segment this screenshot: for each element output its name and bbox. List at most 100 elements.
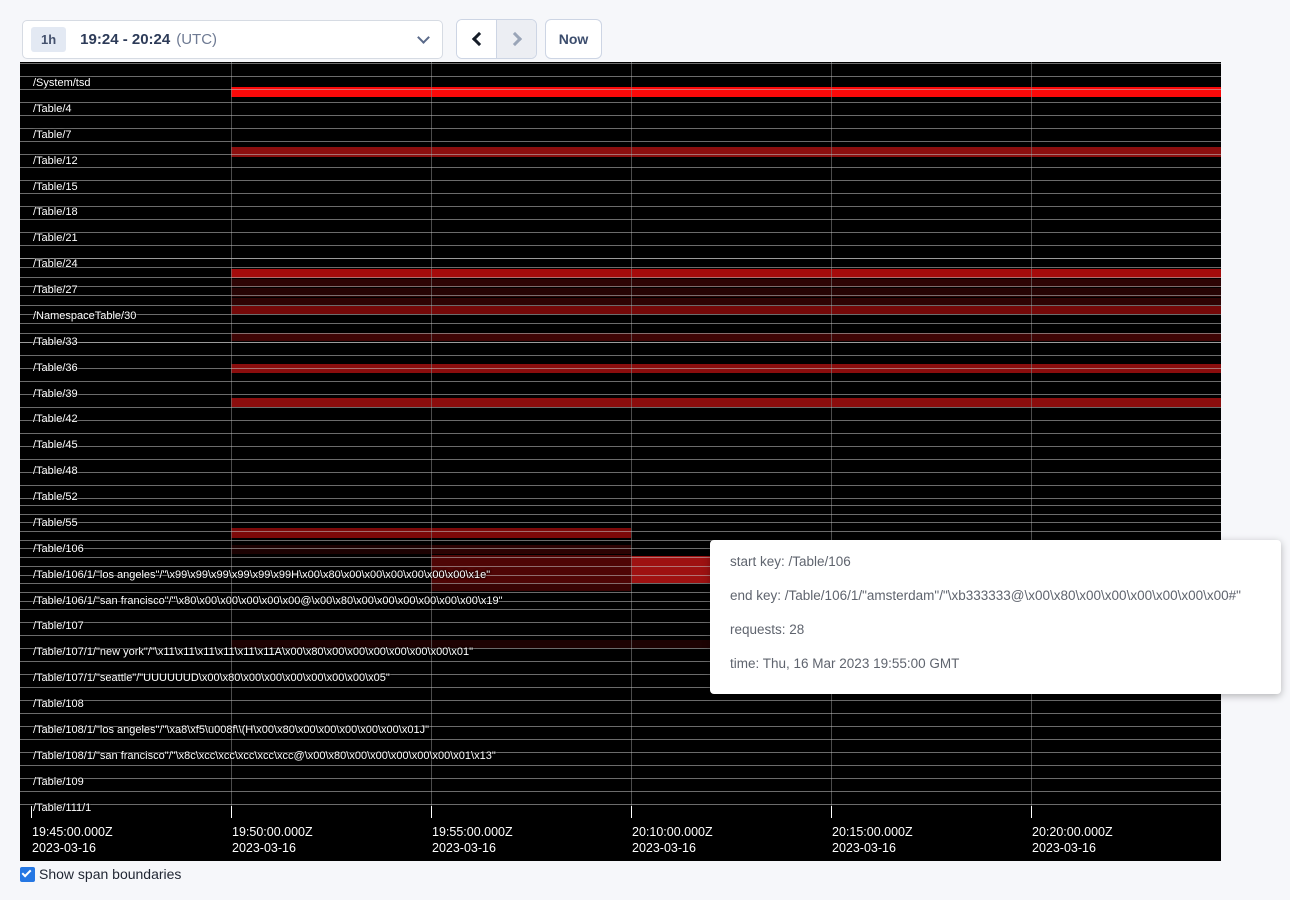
chevron-left-icon	[471, 32, 485, 46]
time-preset-badge: 1h	[31, 27, 66, 52]
chevron-down-icon	[417, 31, 430, 44]
span-boundary-line	[20, 245, 1221, 246]
span-boundary-line	[20, 394, 1221, 395]
show-span-boundaries-label: Show span boundaries	[39, 866, 181, 882]
span-boundary-line	[20, 258, 1221, 259]
span-label: /Table/45	[33, 440, 78, 451]
span-boundary-line	[20, 295, 1221, 296]
span-label: /Table/4	[33, 104, 72, 115]
heatmap-band	[231, 398, 1221, 407]
span-boundary-line	[20, 368, 1221, 369]
heatmap-band	[231, 306, 1221, 314]
span-label: /Table/106/1/"san francisco"/"\x80\x00\x…	[33, 596, 503, 607]
span-boundary-line	[20, 167, 1221, 168]
span-boundary-line	[20, 420, 1221, 421]
span-label: /Table/7	[33, 130, 72, 141]
span-boundary-line	[20, 498, 1221, 499]
span-label: /Table/39	[33, 389, 78, 400]
span-boundary-line	[20, 314, 1221, 315]
x-axis-date-label: 2023-03-16	[832, 841, 896, 856]
x-axis-date-label: 2023-03-16	[232, 841, 296, 856]
span-boundary-line	[20, 193, 1221, 194]
span-boundary-line	[20, 63, 1221, 64]
prev-time-button[interactable]	[457, 20, 496, 58]
span-boundary-line	[20, 407, 1221, 408]
span-label: /Table/48	[33, 466, 78, 477]
time-range-label: 19:24 - 20:24	[80, 31, 170, 48]
time-nav-group	[456, 19, 537, 59]
span-boundary-line	[20, 180, 1221, 181]
heatmap-band	[431, 583, 631, 591]
timezone-label: (UTC)	[176, 31, 217, 48]
span-boundary-line	[20, 522, 1221, 523]
time-gridline	[431, 62, 432, 818]
now-button[interactable]: Now	[545, 19, 602, 59]
heatmap-band	[231, 298, 1221, 305]
span-label: /Table/107/1/"new york"/"\x11\x11\x11\x1…	[33, 647, 473, 658]
tooltip-line: requests: 28	[730, 622, 1269, 637]
span-boundary-line	[20, 342, 1221, 343]
time-gridline	[1031, 62, 1032, 818]
time-gridline	[831, 62, 832, 818]
span-boundary-line	[20, 531, 1221, 532]
checkmark-icon	[22, 867, 32, 877]
span-label: /Table/12	[33, 156, 78, 167]
heatmap-band	[431, 545, 631, 554]
span-label: /Table/42	[33, 414, 78, 425]
span-label: /Table/111/1	[33, 803, 91, 814]
footer-controls: Show span boundaries	[20, 866, 181, 882]
span-label: /Table/33	[33, 337, 78, 348]
span-label: /NamespaceTable/30	[33, 311, 136, 322]
span-label: /Table/107/1/"seattle"/"UUUUUUD\x00\x80\…	[33, 673, 390, 684]
x-axis-time-label: 20:15:00.000Z	[832, 825, 913, 840]
x-axis-time-label: 20:20:00.000Z	[1032, 825, 1113, 840]
x-axis-time-label: 19:55:00.000Z	[432, 825, 513, 840]
x-axis-tick	[831, 806, 832, 818]
key-visualizer-heatmap[interactable]: /System/tsd/Table/4/Table/7/Table/12/Tab…	[20, 62, 1221, 861]
next-time-button[interactable]	[496, 20, 536, 58]
span-boundary-line	[20, 472, 1221, 473]
span-boundary-line	[20, 267, 1221, 268]
span-boundary-line	[20, 459, 1221, 460]
span-boundary-line	[20, 778, 1221, 779]
span-boundary-line	[20, 128, 1221, 129]
span-boundary-line	[20, 514, 1221, 515]
span-label: /Table/24	[33, 259, 78, 270]
x-axis-date-label: 2023-03-16	[632, 841, 696, 856]
time-gridline	[631, 62, 632, 818]
x-axis-date-label: 2023-03-16	[432, 841, 496, 856]
span-boundary-line	[20, 232, 1221, 233]
heatmap-band	[231, 147, 1221, 157]
time-gridline	[231, 62, 232, 818]
tooltip-line: end key: /Table/106/1/"amsterdam"/"\xb33…	[730, 588, 1269, 603]
x-axis-tick	[231, 806, 232, 818]
span-boundary-line	[20, 305, 1221, 306]
span-boundary-line	[20, 446, 1221, 447]
span-boundary-line	[20, 433, 1221, 434]
span-boundary-line	[20, 286, 1221, 287]
span-label: /Table/36	[33, 363, 78, 374]
time-range-selector[interactable]: 1h 19:24 - 20:24 (UTC)	[22, 20, 443, 59]
heatmap-band	[231, 545, 431, 554]
x-axis-date-label: 2023-03-16	[1032, 841, 1096, 856]
x-axis-time-label: 19:50:00.000Z	[232, 825, 313, 840]
span-label: /Table/108/1/"los angeles"/"\xa8\xf5\u00…	[33, 725, 429, 736]
span-boundary-line	[20, 76, 1221, 77]
x-axis-tick	[31, 806, 32, 818]
span-label: /Table/27	[33, 285, 78, 296]
show-span-boundaries-checkbox[interactable]	[20, 867, 35, 882]
span-label: /Table/106/1/"los angeles"/"\x99\x99\x99…	[33, 570, 490, 581]
span-label: /Table/106	[33, 544, 84, 555]
span-boundary-line	[20, 115, 1221, 116]
span-label: /Table/109	[33, 777, 84, 788]
heatmap-band	[231, 333, 1221, 341]
x-axis-date-label: 2023-03-16	[32, 841, 96, 856]
tooltip-line: time: Thu, 16 Mar 2023 19:55:00 GMT	[730, 656, 1269, 671]
span-label: /Table/108	[33, 699, 84, 710]
x-axis-time-label: 19:45:00.000Z	[32, 825, 113, 840]
span-label: /System/tsd	[33, 78, 90, 89]
x-axis-time-label: 20:10:00.000Z	[632, 825, 713, 840]
span-boundary-line	[20, 89, 1221, 90]
span-boundary-line	[20, 713, 1221, 714]
span-boundary-line	[20, 355, 1221, 356]
